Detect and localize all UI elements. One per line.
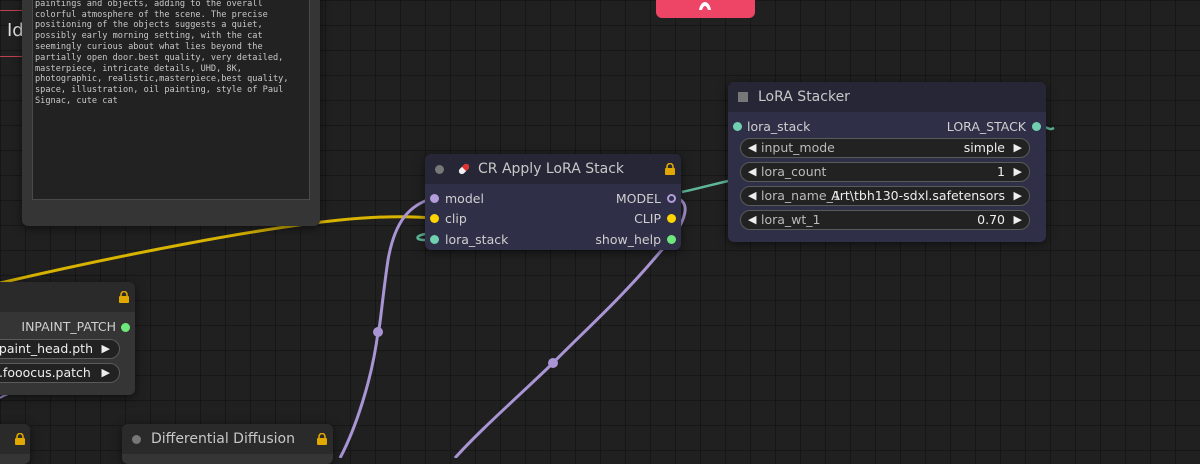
inpaint-node-title[interactable] — [0, 282, 135, 312]
arrow-right-icon[interactable]: ▶ — [1014, 140, 1022, 156]
lora-count-number[interactable]: ◀ lora_count 1 ▶ — [740, 162, 1030, 182]
model-input-dot[interactable] — [430, 194, 439, 203]
lora-stack-output-dot[interactable] — [1032, 122, 1041, 131]
inpaint-patch-output-label: INPAINT_PATCH — [21, 319, 116, 334]
inpaint-node[interactable]: INPAINT_PATCH npaint_head.pth ▶ 6.fooocu… — [0, 282, 135, 395]
differential-diffusion-title-bar[interactable]: Differential Diffusion — [122, 424, 333, 454]
lora-stack-stub — [416, 232, 426, 242]
lora-stack-input-dot[interactable] — [430, 235, 439, 244]
lora-stacker-title-bar[interactable]: LoRA Stacker — [728, 82, 1046, 112]
lora-stack-input-label: lora_stack — [445, 232, 509, 247]
arrow-right-icon[interactable]: ▶ — [102, 341, 110, 357]
lora-wt-1-number[interactable]: ◀ lora_wt_1 0.70 ▶ — [740, 210, 1030, 230]
lora-name-1-label: lora_name_1 — [761, 188, 841, 203]
inpaint-head-value: npaint_head.pth — [0, 341, 94, 356]
lora-stacker-node[interactable]: LoRA Stacker lora_stack LORA_STACK ◀ inp… — [728, 82, 1046, 242]
arrow-right-icon[interactable]: ▶ — [1014, 164, 1022, 180]
clip-output-dot[interactable] — [667, 214, 676, 223]
lora-name-1-value: Art\tbh130-sdxl.safetensors — [831, 188, 1005, 203]
lora-stack-out-stub — [1044, 125, 1055, 131]
input-mode-label: input_mode — [761, 140, 835, 155]
lora-stacker-title: LoRA Stacker — [758, 89, 850, 105]
arrow-left-icon[interactable]: ◀ — [748, 188, 756, 204]
wire-reroute-dot — [373, 327, 383, 337]
input-mode-combo[interactable]: ◀ input_mode simple ▶ — [740, 138, 1030, 158]
logo-icon — [699, 2, 711, 10]
lora-stack-output-label: LORA_STACK — [946, 119, 1026, 134]
arrow-right-icon[interactable]: ▶ — [1014, 212, 1022, 228]
prompt-textarea[interactable]: has a piano, a bookshelf filled with var… — [32, 0, 310, 200]
lora-stack-input-dot[interactable] — [733, 122, 742, 131]
arrow-right-icon[interactable]: ▶ — [102, 365, 110, 381]
inpaint-patch-output-dot[interactable] — [121, 323, 130, 332]
inpaint-patch-value: 6.fooocus.patch — [0, 365, 91, 380]
collapse-toggle-icon[interactable] — [435, 165, 444, 174]
input-mode-value: simple — [963, 140, 1005, 155]
lock-icon[interactable] — [14, 433, 26, 445]
lock-icon[interactable] — [664, 163, 676, 175]
collapse-toggle-icon[interactable] — [132, 435, 141, 444]
show-help-output-label: show_help — [595, 232, 661, 247]
lora-name-1-combo[interactable]: ◀ lora_name_1 Art\tbh130-sdxl.safetensor… — [740, 186, 1030, 206]
inpaint-patch-select[interactable]: 6.fooocus.patch ▶ — [0, 363, 120, 383]
cr-node-title-bar[interactable]: CR Apply LoRA Stack — [425, 154, 681, 184]
pill-icon — [458, 163, 470, 175]
inpaint-head-select[interactable]: npaint_head.pth ▶ — [0, 339, 120, 359]
differential-diffusion-title: Differential Diffusion — [151, 431, 295, 447]
bottom-left-node[interactable] — [0, 424, 30, 464]
model-output-label: MODEL — [615, 191, 661, 206]
cr-node-title: CR Apply LoRA Stack — [478, 161, 624, 177]
lora-count-value: 1 — [997, 164, 1005, 179]
prompt-node[interactable]: has a piano, a bookshelf filled with var… — [22, 0, 320, 226]
arrow-left-icon[interactable]: ◀ — [748, 164, 756, 180]
arrow-left-icon[interactable]: ◀ — [748, 212, 756, 228]
show-help-output-dot[interactable] — [667, 235, 676, 244]
wire-reroute-dot — [548, 358, 558, 368]
arrow-right-icon[interactable]: ▶ — [1014, 188, 1022, 204]
model-wire-in — [338, 196, 434, 458]
differential-diffusion-node[interactable]: Differential Diffusion — [122, 424, 333, 464]
lora-stack-input-label: lora_stack — [747, 119, 811, 134]
prompt-text: has a piano, a bookshelf filled with var… — [35, 0, 289, 106]
model-input-label: model — [445, 191, 484, 206]
queue-button[interactable] — [656, 0, 755, 18]
cr-apply-lora-stack-node[interactable]: CR Apply LoRA Stack model clip lora_stac… — [425, 154, 681, 250]
clip-input-label: clip — [445, 211, 467, 226]
clip-output-label: CLIP — [634, 211, 661, 226]
clip-input-dot[interactable] — [430, 214, 439, 223]
lock-icon[interactable] — [316, 433, 328, 445]
lora-wt-1-value: 0.70 — [977, 212, 1005, 227]
lora-stack-wire — [681, 179, 729, 194]
collapse-toggle-icon[interactable] — [738, 92, 748, 102]
lora-count-label: lora_count — [761, 164, 827, 179]
model-output-dot[interactable] — [667, 194, 676, 203]
arrow-left-icon[interactable]: ◀ — [748, 140, 756, 156]
lora-wt-1-label: lora_wt_1 — [761, 212, 821, 227]
clip-wire — [0, 215, 434, 285]
lock-icon[interactable] — [118, 291, 130, 303]
